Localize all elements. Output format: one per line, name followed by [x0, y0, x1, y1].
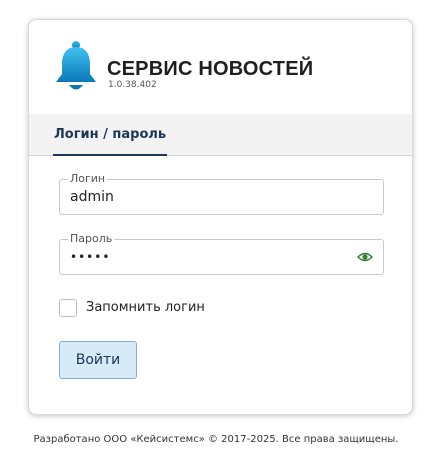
footer-copyright: Разработано ООО «Кейсистемс» © 2017-2025…: [33, 434, 399, 445]
password-label: Пароль: [68, 232, 115, 246]
password-field[interactable]: Пароль •••••: [59, 232, 384, 275]
login-field[interactable]: Логин admin: [59, 172, 384, 215]
login-label: Логин: [68, 172, 108, 186]
login-button[interactable]: Войти: [59, 341, 137, 379]
remember-login-checkbox[interactable]: [59, 299, 77, 317]
remember-login-row: Запомнить логин: [59, 299, 259, 319]
auth-tabs: Логин / пароль: [29, 114, 412, 156]
bell-icon: [56, 41, 96, 90]
app-version: 1.0.38.402: [108, 80, 157, 90]
app-title: СЕРВИС НОВОСТЕЙ: [107, 58, 314, 80]
card-header: СЕРВИС НОВОСТЕЙ 1.0.38.402: [29, 20, 412, 114]
login-value: admin: [70, 189, 114, 205]
password-value: •••••: [70, 250, 111, 264]
eye-icon[interactable]: [357, 251, 373, 263]
tab-login-password[interactable]: Логин / пароль: [53, 114, 168, 156]
remember-login-label[interactable]: Запомнить логин: [86, 300, 205, 315]
login-card: СЕРВИС НОВОСТЕЙ 1.0.38.402 Логин / парол…: [28, 19, 413, 415]
